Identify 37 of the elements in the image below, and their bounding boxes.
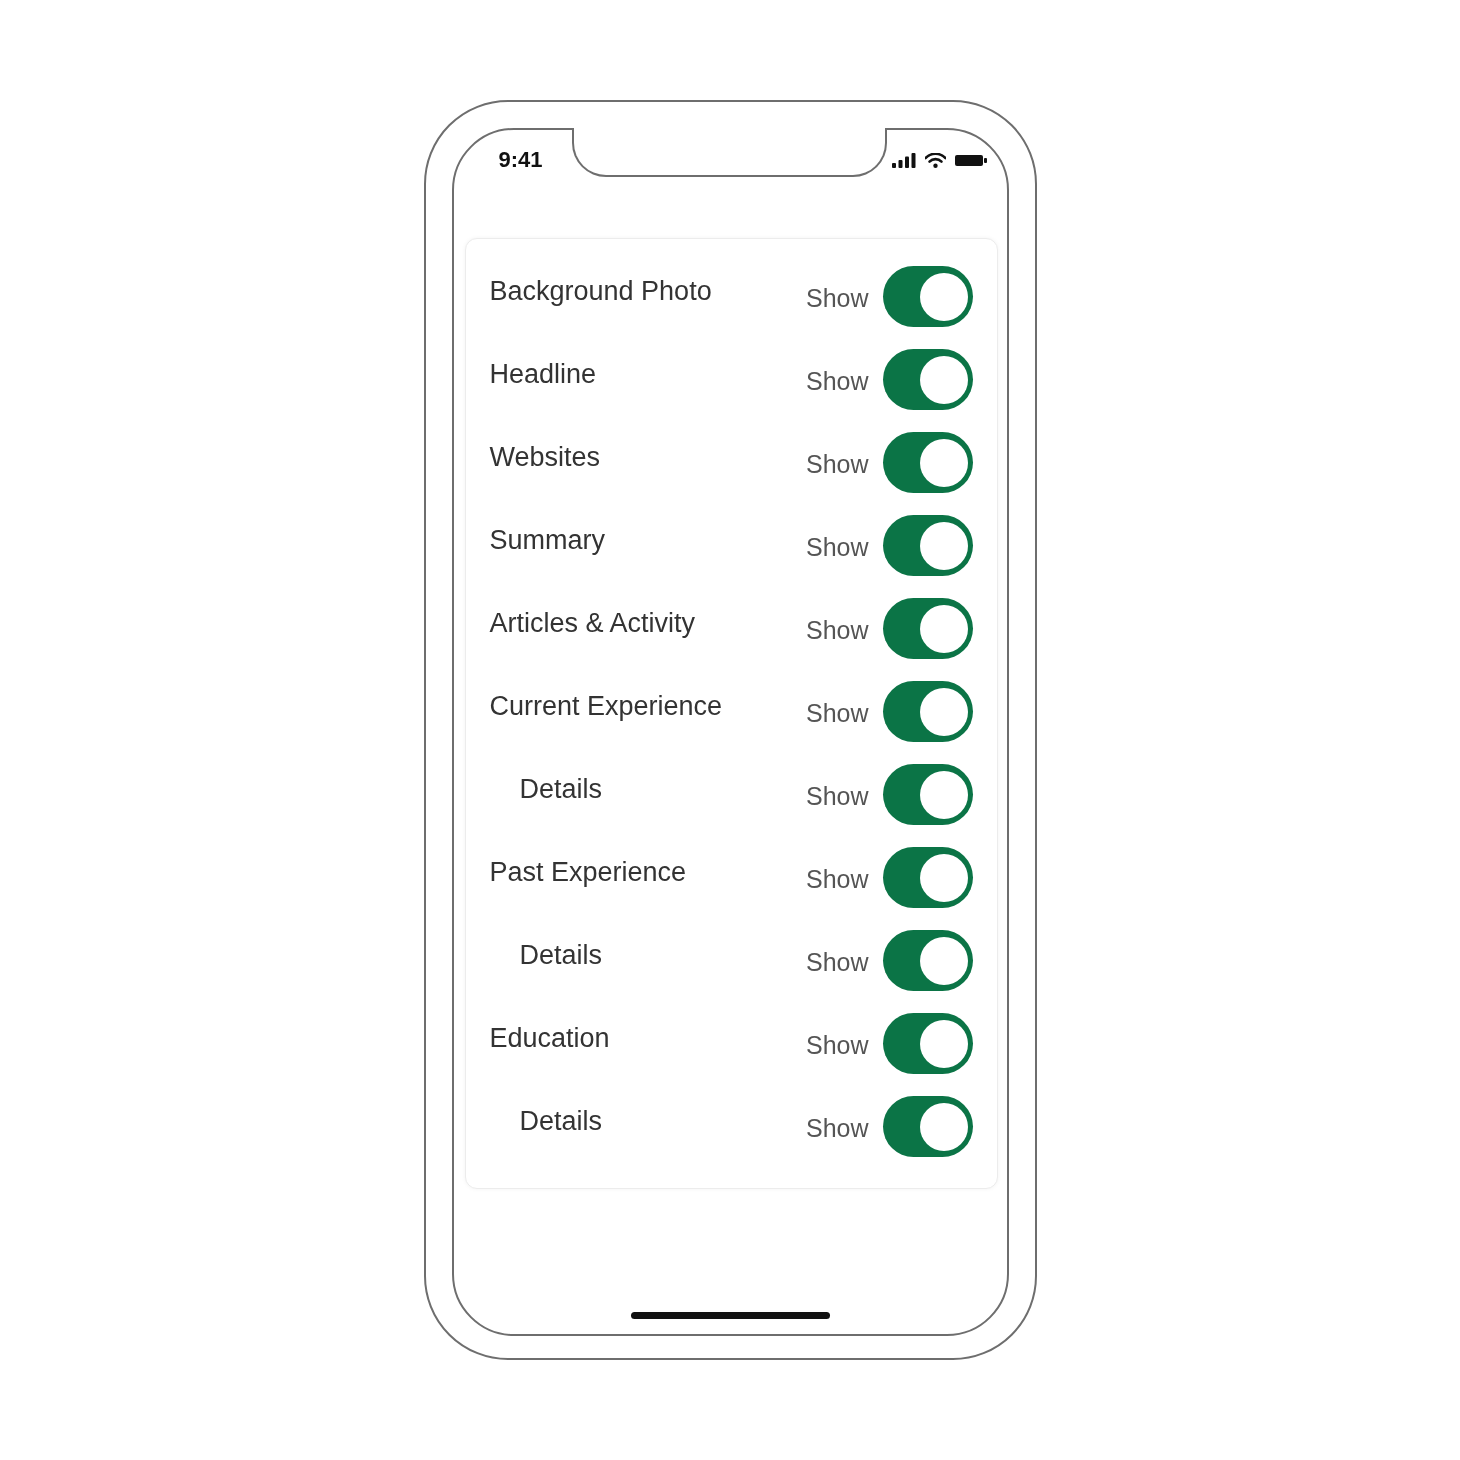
setting-label: Details — [519, 772, 603, 805]
toggle-switch[interactable] — [882, 681, 973, 742]
signal-icon — [891, 152, 916, 168]
toggle-switch[interactable] — [882, 432, 973, 493]
show-label: Show — [805, 1112, 869, 1143]
setting-label: Past Experience — [489, 855, 687, 888]
toggle-switch[interactable] — [882, 515, 973, 576]
setting-label: Current Experience — [489, 689, 723, 722]
toggle-switch[interactable] — [882, 1096, 973, 1157]
toggle-switch[interactable] — [882, 598, 973, 659]
setting-label: Headline — [489, 357, 597, 390]
show-label: Show — [805, 531, 869, 562]
setting-label: Summary — [489, 523, 605, 556]
toggle-switch[interactable] — [882, 1013, 973, 1074]
battery-icon — [954, 154, 987, 166]
show-label: Show — [805, 863, 869, 894]
show-label: Show — [805, 282, 869, 313]
toggle-switch[interactable] — [882, 930, 973, 991]
show-label: Show — [805, 365, 869, 396]
setting-label: Websites — [489, 440, 601, 473]
show-label: Show — [805, 614, 869, 645]
wifi-icon — [924, 152, 946, 168]
status-time: 9:41 — [498, 147, 543, 173]
setting-label: Articles & Activity — [489, 606, 696, 639]
toggle-switch[interactable] — [882, 764, 973, 825]
show-label: Show — [805, 1029, 869, 1060]
toggle-switch[interactable] — [882, 349, 973, 410]
setting-label: Details — [519, 1104, 603, 1137]
setting-label: Education — [489, 1021, 610, 1054]
setting-label: Background Photo — [489, 274, 712, 307]
show-label: Show — [805, 946, 869, 977]
show-label: Show — [805, 780, 869, 811]
show-label: Show — [805, 448, 869, 479]
show-label: Show — [805, 697, 869, 728]
setting-label: Details — [519, 938, 603, 971]
toggle-switch[interactable] — [882, 266, 973, 327]
toggle-switch[interactable] — [882, 847, 973, 908]
